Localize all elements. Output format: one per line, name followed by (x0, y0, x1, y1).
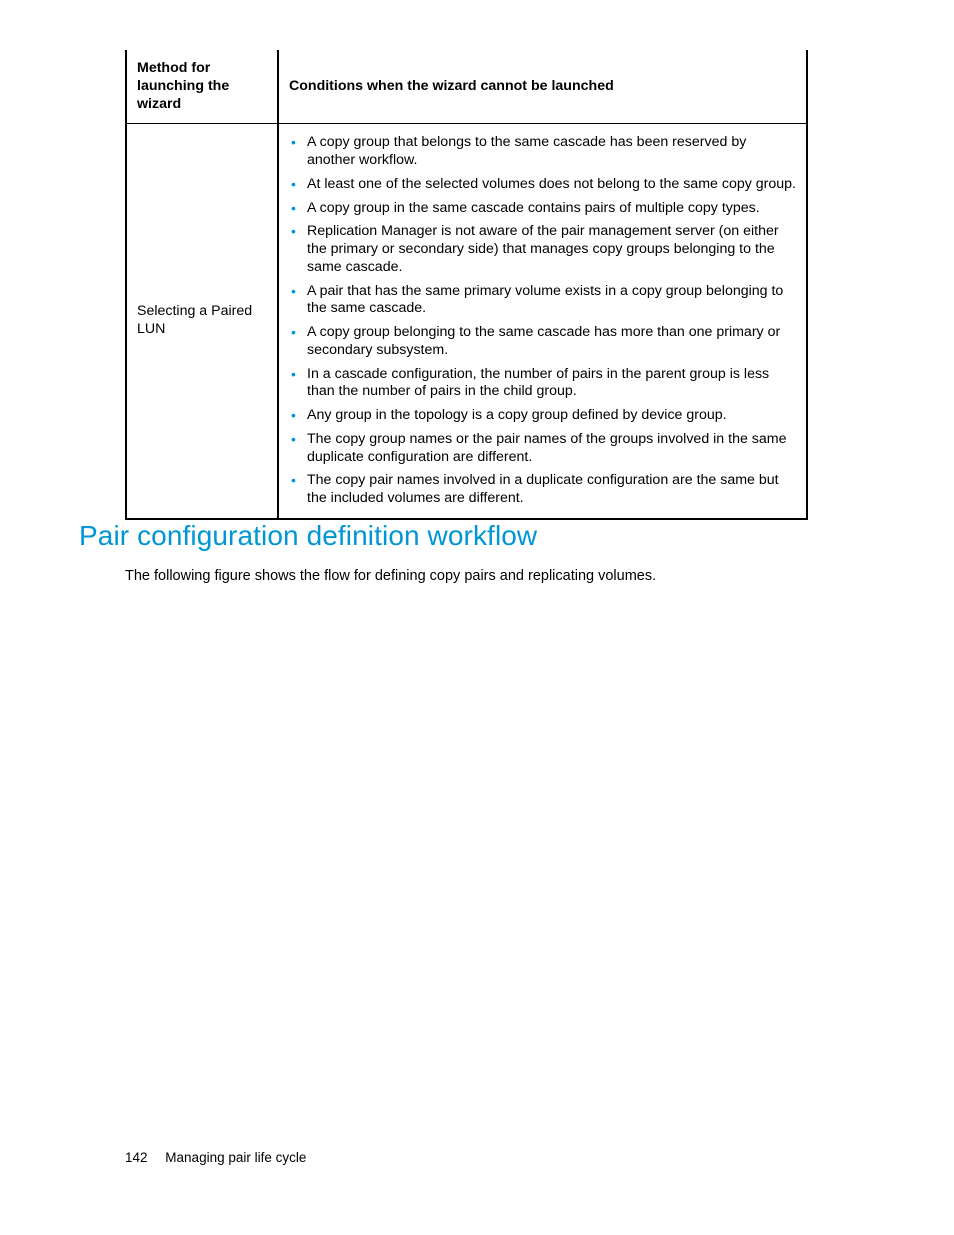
section-heading: Pair configuration definition workflow (79, 520, 537, 552)
list-item: The copy pair names involved in a duplic… (307, 472, 796, 508)
list-item: A copy group that belongs to the same ca… (307, 134, 796, 170)
table-header-conditions: Conditions when the wizard cannot be lau… (278, 50, 807, 124)
table-header-row: Method for launching the wizard Conditio… (126, 50, 807, 124)
list-item: At least one of the selected volumes doe… (307, 176, 796, 194)
conditions-table-wrap: Method for launching the wizard Conditio… (125, 50, 808, 520)
conditions-cell: A copy group that belongs to the same ca… (278, 124, 807, 519)
chapter-title: Managing pair life cycle (165, 1150, 306, 1165)
list-item: Any group in the topology is a copy grou… (307, 407, 796, 425)
conditions-list: A copy group that belongs to the same ca… (289, 134, 796, 508)
list-item: A copy group in the same cascade contain… (307, 200, 796, 218)
method-cell: Selecting a Paired LUN (126, 124, 278, 519)
list-item: Replication Manager is not aware of the … (307, 223, 796, 276)
intro-paragraph: The following figure shows the flow for … (125, 568, 656, 584)
table-row: Selecting a Paired LUN A copy group that… (126, 124, 807, 519)
page-number: 142 (125, 1150, 148, 1165)
page-footer: 142 Managing pair life cycle (125, 1150, 306, 1165)
conditions-table: Method for launching the wizard Conditio… (125, 50, 808, 520)
list-item: In a cascade configuration, the number o… (307, 366, 796, 402)
list-item: A copy group belonging to the same casca… (307, 324, 796, 360)
table-header-method: Method for launching the wizard (126, 50, 278, 124)
list-item: The copy group names or the pair names o… (307, 431, 796, 467)
list-item: A pair that has the same primary volume … (307, 283, 796, 319)
